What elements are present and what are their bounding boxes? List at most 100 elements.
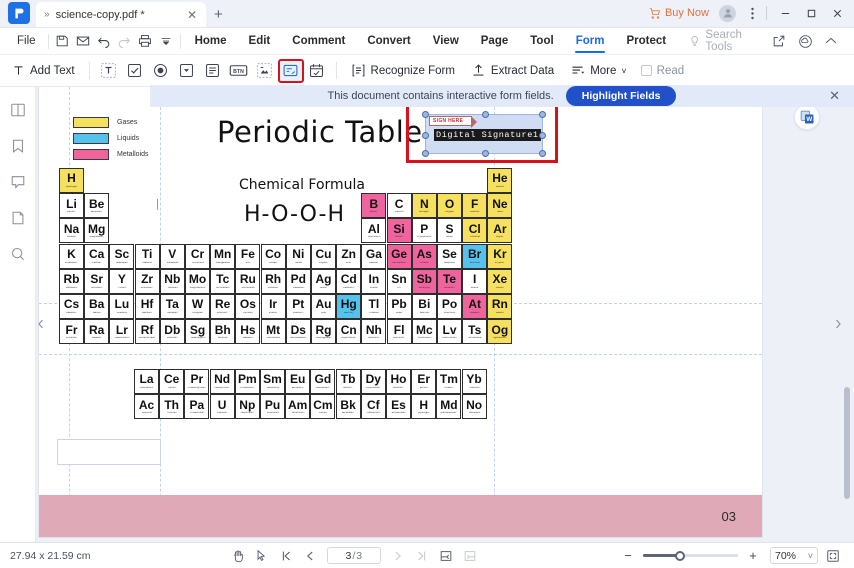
zoom-in-button[interactable]: + bbox=[742, 546, 764, 566]
menu-tab-edit[interactable]: Edit bbox=[238, 28, 282, 54]
more-options-icon[interactable] bbox=[744, 7, 761, 20]
date-field-tool-icon[interactable] bbox=[304, 59, 330, 83]
more-button[interactable]: More ˅ bbox=[562, 58, 634, 84]
element-name: Mendelevium bbox=[440, 412, 457, 415]
image-field-tool-icon[interactable] bbox=[252, 59, 278, 83]
push-button-tool-icon[interactable]: BTN bbox=[226, 59, 252, 83]
print-icon[interactable] bbox=[135, 30, 156, 52]
next-page-icon[interactable] bbox=[387, 546, 409, 566]
thumbnails-icon[interactable] bbox=[5, 97, 31, 123]
signature-selection-box[interactable]: SIGN HERE Digital Signature1 bbox=[406, 101, 558, 163]
resize-handle-nw[interactable] bbox=[422, 111, 429, 118]
blank-form-field[interactable] bbox=[57, 439, 161, 465]
maximize-button[interactable] bbox=[798, 3, 824, 23]
menu-tab-protect[interactable]: Protect bbox=[615, 28, 677, 54]
combo-box-tool-icon[interactable] bbox=[174, 59, 200, 83]
resize-handle-e[interactable] bbox=[539, 132, 546, 139]
digital-signature-tool-icon[interactable] bbox=[277, 58, 304, 83]
buy-now-button[interactable]: Buy Now bbox=[649, 7, 709, 19]
legend-label-metalloids: Metalloids bbox=[117, 151, 149, 158]
search-icon[interactable] bbox=[5, 241, 31, 267]
chevron-down-icon[interactable]: ˅ bbox=[808, 551, 813, 561]
scrollbar-thumb[interactable] bbox=[844, 387, 850, 499]
vertical-scrollbar[interactable] bbox=[843, 87, 852, 542]
first-page-icon[interactable] bbox=[275, 546, 297, 566]
menu-file[interactable]: File bbox=[8, 35, 45, 47]
digital-signature-field[interactable]: SIGN HERE Digital Signature1 bbox=[422, 111, 546, 157]
comments-icon[interactable] bbox=[5, 169, 31, 195]
document-tab[interactable]: » science-copy.pdf * ✕ bbox=[36, 2, 206, 27]
continuous-page-icon[interactable] bbox=[459, 546, 481, 566]
close-button[interactable] bbox=[824, 3, 850, 23]
menu-tab-convert[interactable]: Convert bbox=[356, 28, 421, 54]
menu-tab-home[interactable]: Home bbox=[184, 28, 238, 54]
collapse-left-panel-icon[interactable] bbox=[36, 309, 45, 339]
element-cell: Os Osmium bbox=[235, 294, 261, 319]
recognize-form-button[interactable]: Recognize Form bbox=[343, 58, 463, 84]
more-caret-icon[interactable]: ˅ bbox=[621, 66, 626, 76]
read-checkbox[interactable] bbox=[640, 65, 652, 76]
menu-tab-comment[interactable]: Comment bbox=[281, 28, 356, 54]
collapse-ribbon-icon[interactable] bbox=[820, 30, 842, 52]
resize-handle-sw[interactable] bbox=[422, 150, 429, 157]
page-number-input[interactable]: 3 / 3 bbox=[326, 547, 381, 564]
element-name: Copernicium bbox=[341, 337, 357, 340]
document-viewport[interactable]: W Gases Liquids Metalloids Periodic Tabl… bbox=[36, 87, 854, 542]
add-text-button[interactable]: Add Text bbox=[4, 58, 83, 84]
more-dropdown-icon[interactable] bbox=[156, 30, 177, 52]
convert-to-word-icon[interactable]: W bbox=[794, 104, 820, 130]
single-page-icon[interactable] bbox=[435, 546, 457, 566]
resize-handle-ne[interactable] bbox=[539, 111, 546, 118]
new-tab-button[interactable]: + bbox=[206, 6, 231, 27]
share-icon[interactable] bbox=[768, 30, 790, 52]
resize-handle-s[interactable] bbox=[482, 150, 489, 157]
actinide-cell: Pa Protactinium bbox=[184, 394, 210, 420]
cloud-icon[interactable] bbox=[794, 30, 816, 52]
element-name: Aluminium bbox=[367, 236, 381, 239]
resize-handle-n[interactable] bbox=[482, 111, 489, 118]
check-box-tool-icon[interactable] bbox=[122, 59, 148, 83]
prev-page-icon[interactable] bbox=[299, 546, 321, 566]
select-tool-icon[interactable] bbox=[251, 546, 273, 566]
extract-data-button[interactable]: Extract Data bbox=[463, 58, 562, 84]
legend-label-gases: Gases bbox=[117, 119, 138, 126]
resize-handle-se[interactable] bbox=[539, 150, 546, 157]
element-name: Iron bbox=[245, 261, 251, 264]
minimize-button[interactable] bbox=[772, 3, 798, 23]
pdf-page[interactable]: Gases Liquids Metalloids Periodic Table … bbox=[39, 87, 762, 537]
resize-handle-w[interactable] bbox=[422, 132, 429, 139]
email-icon[interactable] bbox=[72, 30, 93, 52]
fit-page-icon[interactable] bbox=[822, 546, 844, 566]
menu-tab-form[interactable]: Form bbox=[565, 28, 616, 54]
attachments-icon[interactable] bbox=[5, 205, 31, 231]
collapse-right-panel-icon[interactable] bbox=[833, 309, 842, 339]
more-label: More bbox=[590, 64, 617, 77]
tab-chevron-icon[interactable]: » bbox=[44, 9, 50, 20]
avatar[interactable] bbox=[719, 4, 736, 22]
zoom-slider[interactable] bbox=[643, 549, 738, 563]
undo-icon[interactable] bbox=[93, 30, 114, 52]
radio-button-tool-icon[interactable] bbox=[148, 59, 174, 83]
bookmarks-icon[interactable] bbox=[5, 133, 31, 159]
hand-tool-icon[interactable] bbox=[227, 546, 249, 566]
search-tools-input[interactable]: Search Tools bbox=[689, 29, 768, 53]
zoom-out-button[interactable]: − bbox=[617, 546, 639, 566]
list-box-tool-icon[interactable] bbox=[200, 59, 226, 83]
notice-close-icon[interactable]: ✕ bbox=[829, 88, 840, 104]
save-icon[interactable] bbox=[51, 30, 72, 52]
tab-close-icon[interactable]: ✕ bbox=[184, 8, 200, 22]
text-field-tool-icon[interactable] bbox=[96, 59, 122, 83]
menu-tab-page[interactable]: Page bbox=[470, 28, 520, 54]
menu-tab-view[interactable]: View bbox=[422, 28, 470, 54]
element-name: Xenon bbox=[495, 286, 504, 289]
menu-tab-tool[interactable]: Tool bbox=[519, 28, 564, 54]
last-page-icon[interactable] bbox=[411, 546, 433, 566]
element-name: Sulfur bbox=[445, 236, 454, 239]
highlight-fields-button[interactable]: Highlight Fields bbox=[565, 86, 677, 106]
actinide-cell: Pu Plutonium bbox=[260, 394, 285, 420]
zoom-level-select[interactable]: 70% ˅ bbox=[770, 547, 818, 564]
slider-knob[interactable] bbox=[675, 550, 685, 561]
read-toggle[interactable]: Read bbox=[635, 65, 684, 77]
element-symbol: Lv bbox=[442, 322, 457, 337]
element-cell: Ra Radium bbox=[84, 319, 110, 345]
